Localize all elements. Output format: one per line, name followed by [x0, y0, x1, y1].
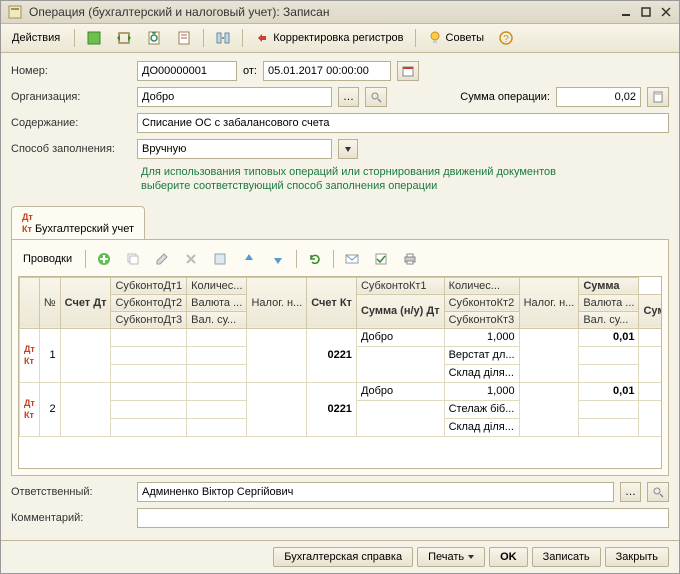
save-button[interactable]: Записать [532, 547, 601, 567]
col-account-kt[interactable]: Счет Кт [307, 277, 357, 328]
bottom-bar: Бухгалтерская справка Печать OK Записать… [1, 540, 679, 573]
table-row[interactable]: ДтКт 1 0221 Добро 1,000 0,01 [20, 328, 663, 346]
move-down-button[interactable] [265, 248, 291, 270]
finish-edit-button[interactable] [207, 248, 233, 270]
sum-label: Сумма операции: [460, 91, 550, 103]
org-select-button[interactable]: … [338, 87, 359, 107]
org-input[interactable] [137, 87, 332, 107]
add-row-button[interactable] [91, 248, 117, 270]
comment-label: Комментарий: [11, 512, 131, 524]
correction-button[interactable]: Корректировка регистров [249, 27, 408, 49]
col-subkonto-dt2[interactable]: СубконтоДт2 [111, 294, 187, 311]
responsible-label: Ответственный: [11, 486, 131, 498]
hint-text: Для использования типовых операций или с… [11, 165, 669, 194]
dtkt-icon: ДтКт [24, 344, 35, 366]
col-cur-sum[interactable]: Вал. су... [187, 311, 247, 328]
col-subkonto-kt3[interactable]: СубконтоКт3 [444, 311, 519, 328]
toolbar-btn-1[interactable] [81, 27, 107, 49]
col-subkonto-kt2[interactable]: СубконтоКт2 [444, 294, 519, 311]
sum-input[interactable] [556, 87, 641, 107]
number-label: Номер: [11, 65, 131, 77]
col-qty-kt[interactable]: Количес... [444, 277, 519, 294]
from-label: от: [243, 65, 257, 77]
postings-menu[interactable]: Проводки [18, 250, 80, 268]
delete-row-button[interactable] [178, 248, 204, 270]
dtkt-icon: ДтКт [24, 398, 35, 420]
move-up-button[interactable] [236, 248, 262, 270]
comment-input[interactable] [137, 508, 669, 528]
toolbar-btn-4[interactable] [171, 27, 197, 49]
svg-text:?: ? [503, 34, 509, 45]
window-title: Операция (бухгалтерский и налоговый учет… [29, 5, 613, 19]
table-row[interactable]: ДтКт 2 0221 Добро 1,000 0,01 [20, 382, 663, 400]
copy-row-button[interactable] [120, 248, 146, 270]
tab-accounting[interactable]: ДтКт Бухгалтерский учет [11, 206, 145, 239]
content-input[interactable] [137, 113, 669, 133]
reference-button[interactable]: Бухгалтерская справка [273, 547, 413, 567]
titlebar: Операция (бухгалтерский и налоговый учет… [1, 1, 679, 24]
close-window-button[interactable]: Закрыть [605, 547, 669, 567]
col-currency[interactable]: Валюта ... [187, 294, 247, 311]
col-currency-kt[interactable]: Валюта ... [579, 294, 639, 311]
help-button[interactable]: ? [493, 27, 519, 49]
col-subkonto-dt3[interactable]: СубконтоДт3 [111, 311, 187, 328]
print-menu-button[interactable]: Печать [417, 547, 485, 567]
date-picker-button[interactable] [397, 61, 419, 81]
minimize-button[interactable] [619, 5, 633, 19]
postings-toolbar: Проводки [18, 246, 662, 276]
fill-mode-input[interactable] [137, 139, 332, 159]
col-sum-dt[interactable]: Сумма (н/у) Дт [356, 294, 444, 328]
sum-calc-button[interactable] [647, 87, 669, 107]
dtkt-icon: ДтКт [22, 212, 33, 234]
col-sum-kt[interactable]: Сумма (н/у) Кт [639, 294, 662, 328]
fill-mode-dropdown[interactable] [338, 139, 358, 159]
date-input[interactable] [263, 61, 391, 81]
edit-row-button[interactable] [149, 248, 175, 270]
main-toolbar: Действия Корректировка регистров Советы … [1, 24, 679, 53]
org-open-button[interactable] [365, 87, 387, 107]
content-label: Содержание: [11, 117, 131, 129]
toolbar-btn-2[interactable] [111, 27, 137, 49]
col-cur-sum-kt[interactable]: Вал. су... [579, 311, 639, 328]
responsible-open-button[interactable] [647, 482, 669, 502]
toolbar-btn-5[interactable] [210, 27, 236, 49]
fill-mode-label: Способ заполнения: [11, 143, 131, 155]
maximize-button[interactable] [639, 5, 653, 19]
form-area: Номер: от: Организация: … Сумма операции… [1, 53, 679, 202]
responsible-input[interactable] [137, 482, 614, 502]
col-num[interactable]: № [39, 277, 60, 328]
responsible-select-button[interactable]: … [620, 482, 641, 502]
org-label: Организация: [11, 91, 131, 103]
app-icon [7, 4, 23, 20]
mark-button[interactable] [339, 248, 365, 270]
refresh-button[interactable] [302, 248, 328, 270]
print-button[interactable] [397, 248, 423, 270]
postings-grid[interactable]: № Счет Дт СубконтоДт1 Количес... Налог. … [18, 276, 662, 469]
number-input[interactable] [137, 61, 237, 81]
col-qty[interactable]: Количес... [187, 277, 247, 294]
col-tax[interactable]: Налог. н... [247, 277, 307, 328]
col-tax-kt[interactable]: Налог. н... [519, 277, 579, 328]
col-subkonto-dt1[interactable]: СубконтоДт1 [111, 277, 187, 294]
col-account-dt[interactable]: Счет Дт [60, 277, 111, 328]
col-subkonto-kt1[interactable]: СубконтоКт1 [356, 277, 444, 294]
actions-menu[interactable]: Действия [7, 29, 68, 47]
col-sum[interactable]: Сумма [579, 277, 639, 294]
footer-form: Ответственный: … Комментарий: [1, 476, 679, 540]
close-button[interactable] [659, 5, 673, 19]
tips-button[interactable]: Советы [422, 27, 489, 49]
toolbar-btn-3[interactable] [141, 27, 167, 49]
ok-button[interactable]: OK [489, 547, 528, 567]
settings-button[interactable] [368, 248, 394, 270]
